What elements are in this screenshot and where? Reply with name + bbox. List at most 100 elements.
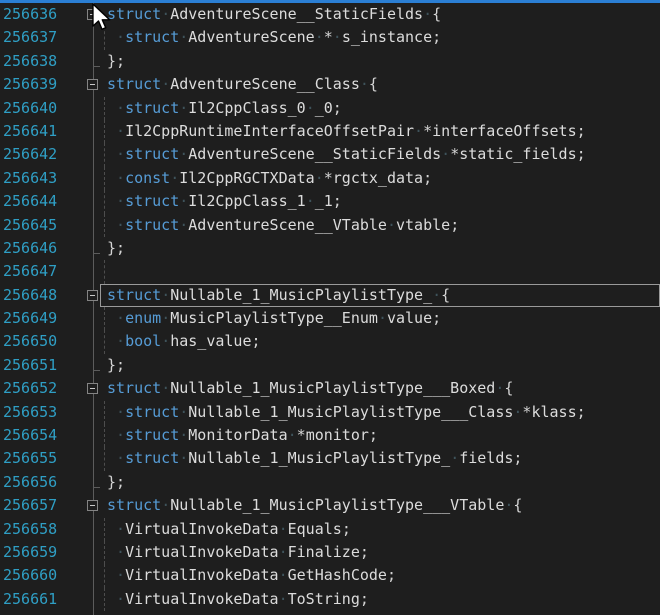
code-text[interactable]: ·VirtualInvokeData·Finalize; bbox=[107, 541, 369, 564]
code-line[interactable]: 256647 bbox=[0, 260, 660, 283]
code-text[interactable]: struct·AdventureScene__Class·{ bbox=[107, 73, 378, 96]
fold-collapse-icon[interactable] bbox=[87, 79, 98, 90]
indent-guide bbox=[104, 424, 105, 447]
line-number[interactable]: 256651 bbox=[3, 354, 57, 377]
token-pn: ; bbox=[360, 590, 369, 608]
line-number[interactable]: 256659 bbox=[3, 541, 57, 564]
code-text[interactable]: struct·Nullable_1_MusicPlaylistType___VT… bbox=[107, 494, 522, 517]
code-text[interactable]: ·bool·has_value; bbox=[107, 330, 261, 353]
code-line[interactable]: 256640 ·struct·Il2CppClass_0·_0; bbox=[0, 97, 660, 120]
fold-collapse-icon[interactable] bbox=[87, 500, 98, 511]
line-number[interactable]: 256639 bbox=[3, 73, 57, 96]
line-number[interactable]: 256644 bbox=[3, 190, 57, 213]
code-line[interactable]: 256657 struct·Nullable_1_MusicPlaylistTyp… bbox=[0, 494, 660, 517]
line-number[interactable]: 256640 bbox=[3, 97, 57, 120]
line-number[interactable]: 256638 bbox=[3, 50, 57, 73]
code-line[interactable]: 256654 ·struct·MonitorData·*monitor; bbox=[0, 424, 660, 447]
code-text[interactable]: }; bbox=[107, 237, 125, 260]
token-kw: struct bbox=[125, 145, 179, 163]
line-number[interactable]: 256656 bbox=[3, 471, 57, 494]
code-text[interactable]: ·struct·AdventureScene__VTable·vtable; bbox=[107, 214, 459, 237]
code-line[interactable]: 256656}; bbox=[0, 471, 660, 494]
token-id: GetHashCode bbox=[288, 566, 387, 584]
token-kw: struct bbox=[125, 192, 179, 210]
line-number[interactable]: 256658 bbox=[3, 518, 57, 541]
code-line[interactable]: 256662}; bbox=[0, 611, 660, 615]
line-number[interactable]: 256643 bbox=[3, 167, 57, 190]
code-text[interactable]: ·struct·Nullable_1_MusicPlaylistType___C… bbox=[107, 401, 586, 424]
line-number[interactable]: 256649 bbox=[3, 307, 57, 330]
fold-collapse-icon[interactable] bbox=[87, 9, 98, 20]
code-text[interactable]: ·struct·AdventureScene·*·s_instance; bbox=[107, 26, 441, 49]
code-text[interactable]: struct·Nullable_1_MusicPlaylistType___Bo… bbox=[107, 377, 513, 400]
code-text[interactable]: ·const·Il2CppRGCTXData·*rgctx_data; bbox=[107, 167, 432, 190]
line-number[interactable]: 256661 bbox=[3, 588, 57, 611]
indent-guide bbox=[104, 564, 105, 587]
line-number[interactable]: 256650 bbox=[3, 330, 57, 353]
code-line[interactable]: 256642 ·struct·AdventureScene__StaticFie… bbox=[0, 143, 660, 166]
code-line[interactable]: 256661 ·VirtualInvokeData·ToString; bbox=[0, 588, 660, 611]
token-ws: · bbox=[179, 216, 188, 234]
code-line[interactable]: 256660 ·VirtualInvokeData·GetHashCode; bbox=[0, 564, 660, 587]
code-line[interactable]: 256649 ·enum·MusicPlaylistType__Enum·val… bbox=[0, 307, 660, 330]
line-number[interactable]: 256648 bbox=[3, 284, 57, 307]
code-line[interactable]: 256646}; bbox=[0, 237, 660, 260]
line-number[interactable]: 256652 bbox=[3, 377, 57, 400]
code-text[interactable]: ·VirtualInvokeData·Equals; bbox=[107, 518, 351, 541]
code-line[interactable]: 256644 ·struct·Il2CppClass_1·_1; bbox=[0, 190, 660, 213]
line-number[interactable]: 256645 bbox=[3, 214, 57, 237]
code-text[interactable]: }; bbox=[107, 471, 125, 494]
token-pn: * bbox=[324, 28, 333, 46]
indent-guide bbox=[104, 588, 105, 611]
line-number[interactable]: 256657 bbox=[3, 494, 57, 517]
code-text[interactable]: struct·AdventureScene__StaticFields·{ bbox=[107, 3, 441, 26]
code-text[interactable]: }; bbox=[107, 354, 125, 377]
token-ws: · bbox=[107, 216, 125, 234]
line-number[interactable]: 256637 bbox=[3, 26, 57, 49]
code-line[interactable]: 256638}; bbox=[0, 50, 660, 73]
line-number[interactable]: 256641 bbox=[3, 120, 57, 143]
fold-collapse-icon[interactable] bbox=[87, 290, 98, 301]
code-line[interactable]: 256643 ·const·Il2CppRGCTXData·*rgctx_dat… bbox=[0, 167, 660, 190]
line-number[interactable]: 256653 bbox=[3, 401, 57, 424]
line-number[interactable]: 256642 bbox=[3, 143, 57, 166]
token-id: Nullable_1_MusicPlaylistType___Boxed bbox=[170, 379, 495, 397]
code-text[interactable]: ·VirtualInvokeData·ToString; bbox=[107, 588, 369, 611]
line-number[interactable]: 256647 bbox=[3, 260, 57, 283]
code-text[interactable]: ·Il2CppRuntimeInterfaceOffsetPair·*inter… bbox=[107, 120, 586, 143]
fold-scope-end-tick bbox=[94, 253, 100, 254]
code-text[interactable]: ·enum·MusicPlaylistType__Enum·value; bbox=[107, 307, 441, 330]
token-ws: · bbox=[179, 449, 188, 467]
code-line[interactable]: 256641 ·Il2CppRuntimeInterfaceOffsetPair… bbox=[0, 120, 660, 143]
code-text[interactable]: ·struct·Il2CppClass_0·_0; bbox=[107, 97, 342, 120]
code-line[interactable]: 256645 ·struct·AdventureScene__VTable·vt… bbox=[0, 214, 660, 237]
line-number[interactable]: 256660 bbox=[3, 564, 57, 587]
code-line[interactable]: 256650 ·bool·has_value; bbox=[0, 330, 660, 353]
code-line[interactable]: 256659 ·VirtualInvokeData·Finalize; bbox=[0, 541, 660, 564]
code-text[interactable]: ·struct·Nullable_1_MusicPlaylistType_·fi… bbox=[107, 447, 522, 470]
code-line[interactable]: 256648 struct·Nullable_1_MusicPlaylistTyp… bbox=[0, 284, 660, 307]
token-id: Il2CppClass_1 bbox=[188, 192, 305, 210]
code-text[interactable]: }; bbox=[107, 50, 125, 73]
code-text[interactable]: ·struct·Il2CppClass_1·_1; bbox=[107, 190, 342, 213]
line-number[interactable]: 256654 bbox=[3, 424, 57, 447]
line-number[interactable]: 256646 bbox=[3, 237, 57, 260]
code-line[interactable]: 256636 struct·AdventureScene__StaticField… bbox=[0, 3, 660, 26]
code-line[interactable]: 256637 ·struct·AdventureScene·*·s_instan… bbox=[0, 26, 660, 49]
code-line[interactable]: 256652 struct·Nullable_1_MusicPlaylistTyp… bbox=[0, 377, 660, 400]
code-text[interactable]: ·struct·AdventureScene__StaticFields·*st… bbox=[107, 143, 586, 166]
token-id: Il2CppClass_0 bbox=[188, 99, 305, 117]
code-line[interactable]: 256639 struct·AdventureScene__Class·{ bbox=[0, 73, 660, 96]
code-text[interactable]: ·struct·MonitorData·*monitor; bbox=[107, 424, 378, 447]
code-text[interactable]: struct·Nullable_1_MusicPlaylistType_·{ bbox=[107, 284, 450, 307]
code-line[interactable]: 256658 ·VirtualInvokeData·Equals; bbox=[0, 518, 660, 541]
code-text[interactable]: }; bbox=[107, 611, 125, 615]
code-text[interactable]: ·VirtualInvokeData·GetHashCode; bbox=[107, 564, 396, 587]
line-number[interactable]: 256655 bbox=[3, 447, 57, 470]
line-number[interactable]: 256662 bbox=[3, 611, 57, 615]
fold-collapse-icon[interactable] bbox=[87, 383, 98, 394]
line-number[interactable]: 256636 bbox=[3, 3, 57, 26]
code-line[interactable]: 256651}; bbox=[0, 354, 660, 377]
code-line[interactable]: 256653 ·struct·Nullable_1_MusicPlaylistT… bbox=[0, 401, 660, 424]
code-line[interactable]: 256655 ·struct·Nullable_1_MusicPlaylistT… bbox=[0, 447, 660, 470]
